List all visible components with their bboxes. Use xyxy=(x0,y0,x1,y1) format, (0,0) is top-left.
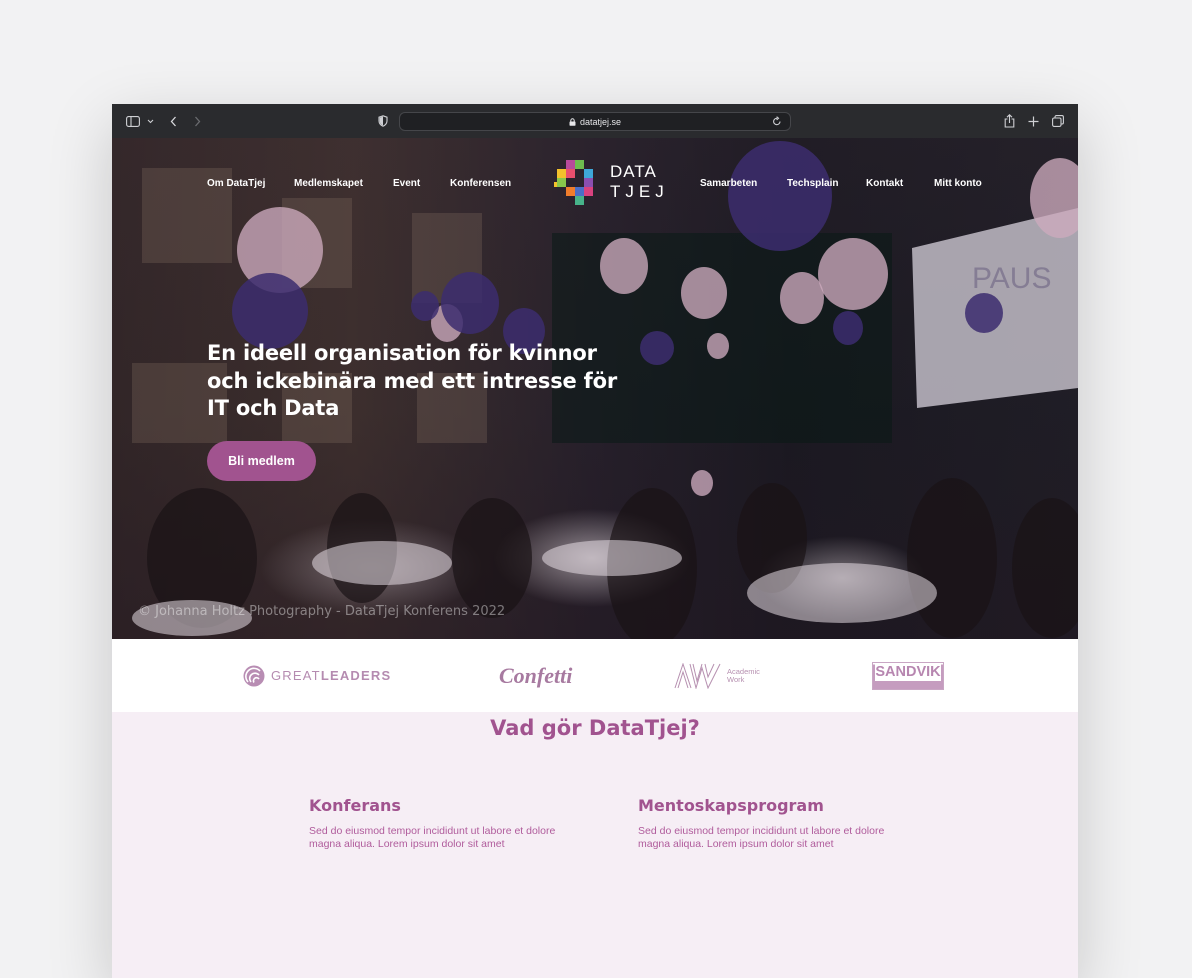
sandvik-text: SANDVIK xyxy=(875,663,941,681)
feature-text: Sed do eiusmod tempor incididunt ut labo… xyxy=(638,825,885,850)
feature-konferans: Konferans Sed do eiusmod tempor incididu… xyxy=(309,796,569,851)
nav-techsplain[interactable]: Techsplain xyxy=(787,178,839,189)
academic-work-line2: Work xyxy=(727,674,745,684)
address-bar[interactable]: datatjej.se xyxy=(399,112,791,131)
url-text: datatjej.se xyxy=(579,116,622,127)
tabs-icon[interactable] xyxy=(1051,113,1065,129)
reload-icon[interactable] xyxy=(772,116,782,129)
nav-event[interactable]: Event xyxy=(393,178,420,189)
forward-icon[interactable] xyxy=(191,113,203,129)
datatjej-logo[interactable]: DATA TJEJ xyxy=(554,160,664,205)
logo-mark-icon xyxy=(554,160,593,205)
nav-kontakt[interactable]: Kontakt xyxy=(866,178,903,189)
sandvik-wordmark: SANDVIK xyxy=(872,661,944,690)
confetti-logo[interactable]: Confetti xyxy=(499,639,572,712)
nav-konferensen[interactable]: Konferensen xyxy=(450,178,511,189)
academic-work-icon xyxy=(674,662,721,689)
hero-title: En ideell organisation för kvinnor och i… xyxy=(207,341,617,420)
sponsor-strip: GREATLEADERS Confetti Academic Work SAND… xyxy=(112,639,1078,712)
feature-mentoskapsprogram: Mentoskapsprogram Sed do eiusmod tempor … xyxy=(638,796,898,851)
section-title: Vad gör DataTjej? xyxy=(490,716,700,740)
nav-samarbeten[interactable]: Samarbeten xyxy=(700,178,757,189)
lock-icon xyxy=(569,117,576,126)
academic-work-logo[interactable]: Academic Work xyxy=(674,639,760,712)
browser-toolbar: datatjej.se xyxy=(112,104,1078,138)
chevron-down-icon[interactable] xyxy=(145,113,155,129)
screen-text: PAUS xyxy=(972,262,1051,295)
back-icon[interactable] xyxy=(167,113,179,129)
greatleaders-bold-text: LEADERS xyxy=(320,668,392,683)
greatleaders-logo[interactable]: GREATLEADERS xyxy=(243,639,391,712)
feature-text: Sed do eiusmod tempor incididunt ut labo… xyxy=(309,825,556,850)
academic-work-text: Academic Work xyxy=(727,667,760,684)
share-icon[interactable] xyxy=(1002,113,1016,129)
logo-text-tjej: TJEJ xyxy=(610,182,669,201)
nav-om-datatjej[interactable]: Om DataTjej xyxy=(207,178,265,189)
plus-icon[interactable] xyxy=(1026,113,1040,129)
sidebar-icon[interactable] xyxy=(125,113,141,129)
feature-title: Mentoskapsprogram xyxy=(638,796,824,815)
logo-text-data: DATA xyxy=(610,162,657,181)
hero-section: PAUS Om DataTjej Medlemskapet Event Konf… xyxy=(112,138,1078,639)
photo-credit: © Johanna Holtz Photography - DataTjej K… xyxy=(138,604,506,619)
become-member-button[interactable]: Bli medlem xyxy=(207,441,316,481)
shield-icon[interactable] xyxy=(377,113,389,129)
confetti-wordmark: Confetti xyxy=(499,662,573,688)
greatleaders-wordmark: GREATLEADERS xyxy=(271,668,391,683)
greatleaders-light-text: GREAT xyxy=(271,668,321,683)
feature-title: Konferans xyxy=(309,796,401,815)
nav-medlemskapet[interactable]: Medlemskapet xyxy=(294,178,363,189)
browser-window: datatjej.se PAUS Om DataTjej Medlemskape… xyxy=(112,104,1078,978)
sandvik-logo[interactable]: SANDVIK xyxy=(872,639,944,712)
greatleaders-icon xyxy=(243,665,265,686)
nav-mitt-konto[interactable]: Mitt konto xyxy=(934,178,982,189)
